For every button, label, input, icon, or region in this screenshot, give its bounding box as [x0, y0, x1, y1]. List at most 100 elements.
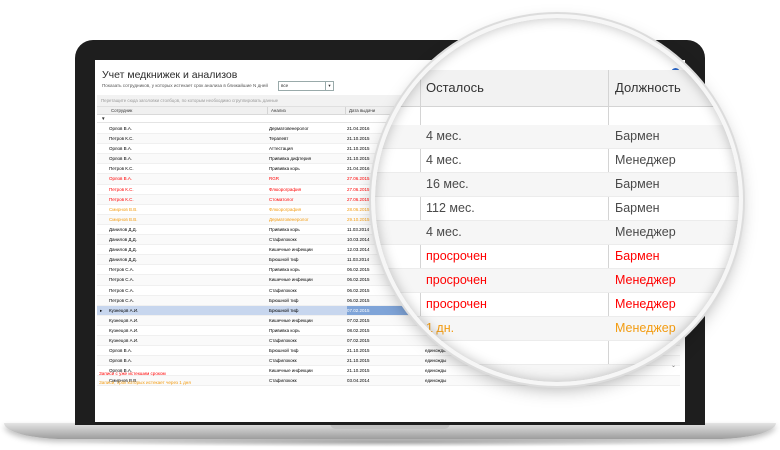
row-indicator[interactable]	[100, 185, 108, 194]
magnified-column-header-position[interactable]: Должность	[615, 70, 681, 106]
magnified-cell-position[interactable]: Менеджер	[615, 293, 676, 316]
magnified-table-row[interactable]: 16 мес. Бармен	[375, 173, 739, 197]
magnified-cell-remaining[interactable]: просрочен	[426, 269, 487, 292]
cell-employee[interactable]: Орлов В.А.	[109, 356, 267, 365]
cell-employee[interactable]: Орлов В.А.	[109, 144, 267, 153]
magnified-table-row[interactable]: просрочен Менеджер	[375, 293, 739, 317]
cell-analysis[interactable]: Стафилококк	[269, 235, 345, 244]
cell-employee[interactable]: Кузнецов А.И.	[109, 316, 267, 325]
column-header-analysis[interactable]: Анализ	[269, 107, 346, 114]
cell-analysis[interactable]: RGR	[269, 174, 345, 183]
cell-employee[interactable]: Петров С.А.	[109, 296, 267, 305]
magnified-table-row[interactable]	[375, 341, 739, 365]
magnified-table-row[interactable]: просрочен Менеджер	[375, 269, 739, 293]
row-indicator[interactable]	[100, 245, 108, 254]
row-indicator[interactable]	[100, 164, 108, 173]
row-indicator[interactable]: ▸	[100, 306, 108, 315]
row-indicator[interactable]	[100, 195, 108, 204]
magnified-cell-position[interactable]: Бармен	[615, 197, 660, 220]
cell-employee[interactable]: Петров С.А.	[109, 275, 267, 284]
cell-analysis[interactable]: Стафилококк	[269, 286, 345, 295]
cell-analysis[interactable]: Флюорография	[269, 205, 345, 214]
cell-analysis[interactable]: Прививка корь	[269, 265, 345, 274]
cell-employee[interactable]: Данилов Д.Д.	[109, 255, 267, 264]
magnified-filter-row[interactable]	[375, 107, 739, 126]
cell-employee[interactable]: Данилов Д.Д.	[109, 245, 267, 254]
cell-analysis[interactable]: Стафилококк	[269, 376, 345, 385]
days-filter-select[interactable]: все ▾	[278, 81, 334, 91]
magnified-column-header-remaining[interactable]: Осталось	[426, 70, 484, 106]
cell-employee[interactable]: Орлов В.А.	[109, 154, 267, 163]
cell-employee[interactable]: Петров С.А.	[109, 265, 267, 274]
magnified-table-row[interactable]: 1 дн. Менеджер	[375, 317, 739, 341]
magnified-cell-remaining[interactable]: просрочен	[426, 293, 487, 316]
magnified-cell-position[interactable]: Менеджер	[615, 221, 676, 244]
magnified-cell-position[interactable]: Бармен	[615, 245, 660, 268]
cell-employee[interactable]: Данилов Д.Д.	[109, 235, 267, 244]
magnified-table-row[interactable]: 4 мес. Бармен	[375, 125, 739, 149]
cell-analysis[interactable]: Кишечные инфекции	[269, 275, 345, 284]
magnified-table-row[interactable]: 112 мес. Бармен	[375, 197, 739, 221]
column-header-employee[interactable]: Сотрудник	[109, 107, 268, 114]
cell-employee[interactable]: Кузнецов А.И.	[109, 326, 267, 335]
magnified-cell-position[interactable]: Менеджер	[615, 317, 676, 340]
cell-analysis[interactable]: Стафилококк	[269, 356, 345, 365]
row-indicator[interactable]	[100, 205, 108, 214]
cell-employee[interactable]: Петров К.С.	[109, 195, 267, 204]
cell-analysis[interactable]: Прививка корь	[269, 326, 345, 335]
cell-employee[interactable]: Смирнов В.В.	[109, 205, 267, 214]
row-indicator[interactable]	[100, 174, 108, 183]
cell-analysis[interactable]: Кишечные инфекции	[269, 245, 345, 254]
cell-analysis[interactable]: Брюшной тиф	[269, 306, 345, 315]
row-indicator[interactable]	[100, 316, 108, 325]
magnified-table-row[interactable]: 4 мес. Менеджер	[375, 149, 739, 173]
chevron-down-icon[interactable]: ▾	[325, 82, 333, 90]
cell-analysis[interactable]: Прививка дифтерия	[269, 154, 345, 163]
magnified-cell-position[interactable]: Менеджер	[615, 149, 676, 172]
row-indicator[interactable]	[100, 296, 108, 305]
cell-employee[interactable]: Кузнецов А.И.	[109, 306, 267, 315]
row-indicator[interactable]	[100, 286, 108, 295]
cell-analysis[interactable]: Дерматовенеролог	[269, 215, 345, 224]
cell-analysis[interactable]: Стоматолог	[269, 195, 345, 204]
magnified-cell-position[interactable]: Бармен	[615, 173, 660, 196]
magnified-cell-remaining[interactable]: 16 мес.	[426, 173, 469, 196]
cell-analysis[interactable]: Брюшной тиф	[269, 255, 345, 264]
magnified-cell-remaining[interactable]: 112 мес.	[426, 197, 475, 220]
row-indicator[interactable]	[100, 215, 108, 224]
row-indicator[interactable]	[100, 265, 108, 274]
magnified-table-row[interactable]: просрочен Бармен	[375, 245, 739, 269]
row-indicator[interactable]	[100, 144, 108, 153]
cell-employee[interactable]: Петров К.С.	[109, 134, 267, 143]
cell-employee[interactable]: Орлов В.А.	[109, 124, 267, 133]
magnified-table-row[interactable]: 4 мес. Менеджер	[375, 221, 739, 245]
cell-analysis[interactable]: Кишечные инфекции	[269, 366, 345, 375]
cell-employee[interactable]: Кузнецов А.И.	[109, 336, 267, 345]
magnified-cell-remaining[interactable]: просрочен	[426, 245, 487, 268]
cell-employee[interactable]: Смирнов В.В.	[109, 215, 267, 224]
cell-analysis[interactable]: Стафилококк	[269, 336, 345, 345]
magnified-cell-remaining[interactable]: 1 дн.	[426, 317, 454, 340]
cell-analysis[interactable]: Аттестация	[269, 144, 345, 153]
row-indicator[interactable]	[100, 275, 108, 284]
row-indicator[interactable]	[100, 255, 108, 264]
cell-employee[interactable]: Петров К.С.	[109, 164, 267, 173]
cell-analysis[interactable]: Дерматовенеролог	[269, 124, 345, 133]
magnified-cell-remaining[interactable]: 4 мес.	[426, 149, 462, 172]
cell-employee[interactable]: Данилов Д.Д.	[109, 225, 267, 234]
cell-employee[interactable]: Орлов В.А.	[109, 174, 267, 183]
magnified-cell-position[interactable]: Бармен	[615, 125, 660, 148]
row-indicator[interactable]	[100, 154, 108, 163]
row-indicator[interactable]	[100, 225, 108, 234]
cell-employee[interactable]: Орлов В.А.	[109, 346, 267, 355]
magnified-cell-position[interactable]: Менеджер	[615, 269, 676, 292]
row-indicator[interactable]	[100, 346, 108, 355]
scroll-down-icon[interactable]: ⌄	[672, 363, 679, 372]
cell-analysis[interactable]: Брюшной тиф	[269, 296, 345, 305]
cell-analysis[interactable]: Кишечные инфекции	[269, 316, 345, 325]
row-indicator[interactable]	[100, 134, 108, 143]
row-indicator[interactable]	[100, 235, 108, 244]
cell-employee[interactable]: Петров К.С.	[109, 185, 267, 194]
cell-analysis[interactable]: Терапевт	[269, 134, 345, 143]
magnified-cell-remaining[interactable]: 4 мес.	[426, 125, 462, 148]
